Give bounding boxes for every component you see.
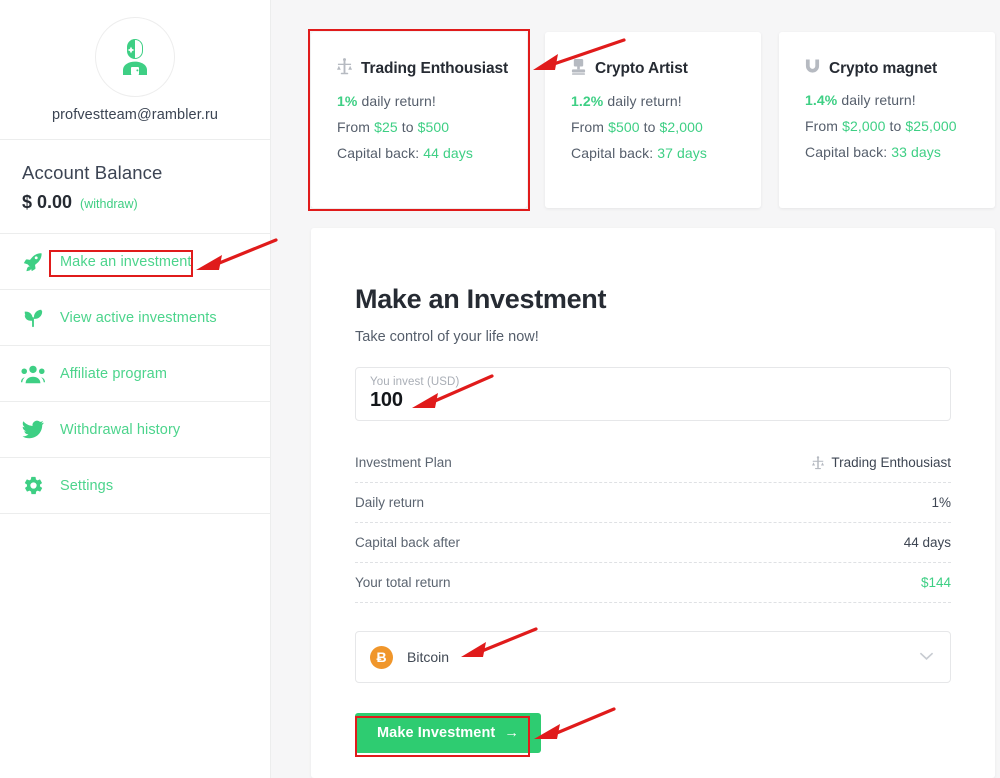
plan-range-mid: to	[401, 119, 414, 135]
plan-rate-line: 1.2% daily return!	[571, 93, 761, 109]
plan-rate: 1%	[337, 93, 358, 109]
plan-range-prefix: From	[805, 118, 839, 134]
make-investment-panel: Make an Investment Take control of your …	[311, 228, 995, 778]
plan-range-mid: to	[643, 119, 656, 135]
sidebar-item-label: Affiliate program	[60, 365, 168, 382]
astronaut-avatar-icon	[123, 39, 147, 75]
plan-capital-label: Capital back:	[805, 144, 888, 160]
sidebar-item-view-active-investments[interactable]: View active investments	[0, 290, 270, 346]
sidebar-item-label: Withdrawal history	[60, 421, 181, 438]
summary-value-text: 1%	[931, 495, 951, 510]
summary-row: Investment Plan Trading Enthousiast	[355, 443, 951, 483]
plan-capital-value: 44 days	[423, 145, 473, 161]
withdraw-link[interactable]: (withdraw)	[80, 197, 138, 211]
plan-range-min: $25	[374, 119, 398, 135]
account-balance-amount: $ 0.00	[22, 192, 73, 212]
plan-rate-line: 1% daily return!	[337, 93, 527, 109]
sidebar-item-affiliate-program[interactable]: Affiliate program	[0, 346, 270, 402]
sidebar-item-label: View active investments	[60, 309, 217, 326]
sidebar: profvestteam@rambler.ru Account Balance …	[0, 0, 271, 778]
sidebar-item-withdrawal-history[interactable]: Withdrawal history	[0, 402, 270, 458]
summary-value-text: $144	[920, 575, 951, 590]
summary-value: Trading Enthousiast	[812, 455, 951, 470]
account-balance-title: Account Balance	[22, 162, 163, 183]
plan-range-min: $500	[608, 119, 640, 135]
plan-capital-line: Capital back: 33 days	[805, 144, 995, 160]
plan-capital-value: 37 days	[657, 145, 707, 161]
plan-capital-label: Capital back:	[337, 145, 420, 161]
summary-key: Your total return	[355, 575, 451, 590]
trading-scale-icon	[337, 58, 352, 80]
plan-rate: 1.4%	[805, 92, 838, 108]
invest-amount-label: You invest (USD)	[370, 376, 460, 388]
payment-method-label: Bitcoin	[407, 649, 450, 665]
plan-name: Trading Enthousiast	[361, 60, 509, 77]
people-icon	[20, 363, 46, 385]
page-subtitle: Take control of your life now!	[355, 329, 539, 345]
trading-scale-icon	[812, 455, 825, 469]
magnet-icon	[805, 58, 820, 79]
sidebar-item-label: Make an investment	[60, 253, 192, 270]
summary-key: Investment Plan	[355, 455, 452, 470]
plan-range-line: From $25 to $500	[337, 119, 527, 135]
plan-range-mid: to	[889, 118, 902, 134]
summary-row: Your total return $144	[355, 563, 951, 603]
plan-range-max: $25,000	[905, 118, 957, 134]
summary-row: Daily return 1%	[355, 483, 951, 523]
plan-range-line: From $500 to $2,000	[571, 119, 761, 135]
profile-section: profvestteam@rambler.ru	[0, 0, 270, 140]
plan-range-prefix: From	[571, 119, 605, 135]
plan-card-crypto-artist[interactable]: Crypto Artist 1.2% daily return! From $5…	[545, 32, 761, 208]
bitcoin-icon: Ƀ	[370, 645, 393, 669]
plan-range-max: $500	[417, 119, 450, 135]
make-investment-button[interactable]: Make Investment →	[355, 713, 541, 753]
plan-capital-value: 33 days	[891, 144, 941, 160]
plan-rate: 1.2%	[571, 93, 604, 109]
rocket-icon	[20, 251, 46, 273]
account-balance-section: Account Balance $ 0.00 (withdraw)	[0, 140, 270, 234]
plan-name: Crypto magnet	[829, 59, 938, 77]
chevron-down-icon[interactable]	[919, 648, 934, 666]
invest-amount-value: 100	[370, 389, 403, 411]
sidebar-item-settings[interactable]: Settings	[0, 458, 270, 514]
payment-method-select[interactable]: Ƀ Bitcoin	[355, 631, 951, 683]
plan-capital-line: Capital back: 37 days	[571, 145, 761, 161]
plan-capital-line: Capital back: 44 days	[337, 145, 527, 161]
plan-range-line: From $2,000 to $25,000	[805, 118, 995, 134]
avatar	[95, 17, 175, 97]
user-email: profvestteam@rambler.ru	[51, 107, 219, 123]
investment-summary: Investment Plan Trading Enthousiast Dail…	[355, 443, 951, 603]
plan-card-trading-enthousiast[interactable]: Trading Enthousiast 1% daily return! Fro…	[311, 32, 527, 208]
summary-value-text: 44 days	[903, 535, 951, 550]
invest-amount-input[interactable]: You invest (USD) 100	[355, 367, 951, 421]
page-title: Make an Investment	[355, 284, 607, 314]
plan-range-prefix: From	[337, 119, 371, 135]
plan-rate-suffix: daily return!	[361, 93, 436, 109]
arrow-right-icon: →	[504, 725, 519, 741]
gear-icon	[20, 475, 46, 496]
plan-rate-line: 1.4% daily return!	[805, 92, 995, 108]
sidebar-item-make-an-investment[interactable]: Make an investment	[0, 234, 270, 290]
summary-value-text: Trading Enthousiast	[831, 455, 951, 470]
sprout-icon	[20, 307, 46, 329]
summary-key: Daily return	[355, 495, 425, 510]
plan-capital-label: Capital back:	[571, 145, 654, 161]
investment-dashboard: profvestteam@rambler.ru Account Balance …	[0, 0, 1000, 778]
sidebar-nav: Make an investment View active investmen…	[0, 234, 270, 514]
summary-key: Capital back after	[355, 535, 461, 550]
bird-icon	[20, 419, 46, 441]
plan-name: Crypto Artist	[595, 60, 688, 77]
plan-rate-suffix: daily return!	[841, 92, 916, 108]
summary-row: Capital back after 44 days	[355, 523, 951, 563]
plan-card-crypto-magnet[interactable]: Crypto magnet 1.4% daily return! From $2…	[779, 32, 995, 208]
make-investment-label: Make Investment	[377, 725, 496, 741]
plan-rate-suffix: daily return!	[607, 93, 682, 109]
stamp-icon	[571, 58, 586, 80]
sidebar-item-label: Settings	[60, 477, 114, 494]
plan-range-min: $2,000	[842, 118, 886, 134]
plan-range-max: $2,000	[659, 119, 703, 135]
